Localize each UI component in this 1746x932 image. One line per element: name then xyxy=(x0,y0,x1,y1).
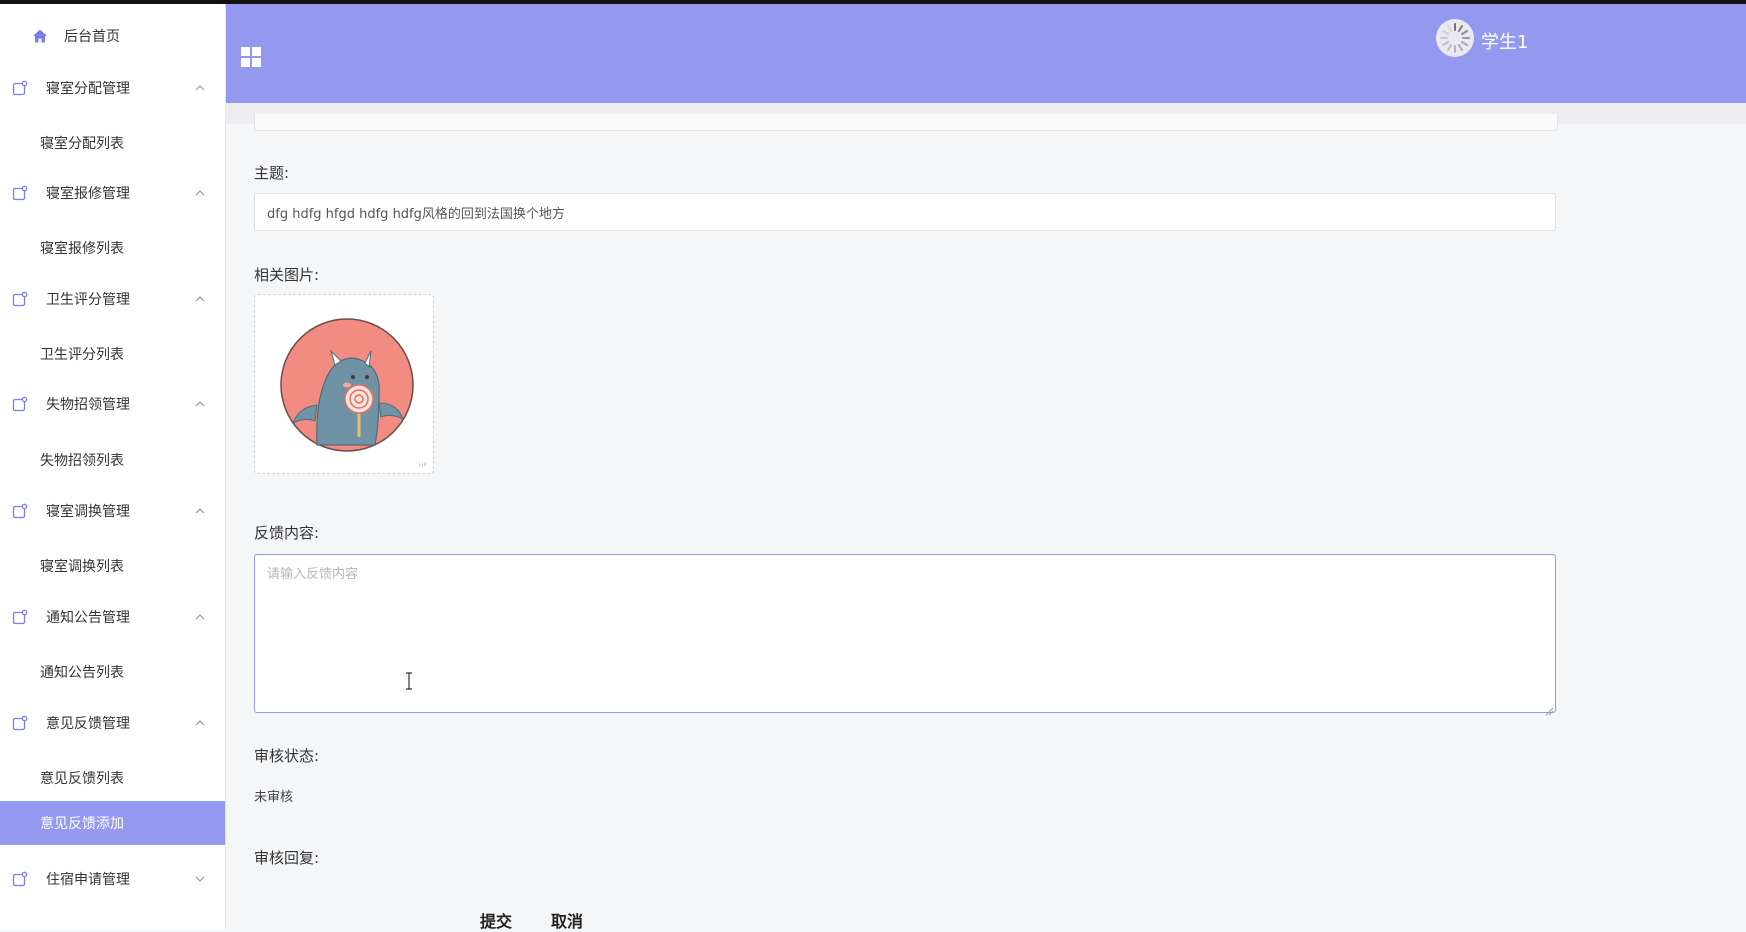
sidebar-group-label: 通知公告管理 xyxy=(46,610,130,626)
sidebar-group-accommodation[interactable]: 住宿申请管理 xyxy=(0,859,225,899)
folder-edit-icon xyxy=(12,80,28,96)
feedback-form: 主题: 相关图片: HP 反馈内容: 审核状态: 未审核 审核回复: 提交 取消 xyxy=(226,114,1746,932)
subject-input[interactable] xyxy=(254,193,1556,231)
sidebar-group-label: 卫生评分管理 xyxy=(46,292,130,308)
chevron-up-icon xyxy=(193,291,207,305)
resize-grip-icon[interactable] xyxy=(1544,701,1554,716)
sidebar-item-feedback-add[interactable]: 意见反馈添加 xyxy=(0,801,225,845)
cancel-button[interactable]: 取消 xyxy=(551,908,583,932)
sidebar-item-label: 失物招领列表 xyxy=(40,453,124,469)
sidebar-group-label: 意见反馈管理 xyxy=(46,716,130,732)
feedback-textarea[interactable] xyxy=(254,554,1556,713)
sidebar-item-label: 寝室分配列表 xyxy=(40,136,124,152)
chevron-up-icon xyxy=(193,715,207,729)
feedback-label: 反馈内容: xyxy=(254,524,320,542)
sidebar-group-lost-found[interactable]: 失物招领管理 xyxy=(0,384,225,424)
review-status-label: 审核状态: xyxy=(254,747,320,765)
sidebar-group-label: 寝室分配管理 xyxy=(46,81,130,97)
sidebar-item-label: 寝室调换列表 xyxy=(40,559,124,575)
sidebar-group-dorm-allocation[interactable]: 寝室分配管理 xyxy=(0,68,225,108)
folder-edit-icon xyxy=(12,396,28,412)
chevron-up-icon xyxy=(193,185,207,199)
subject-label: 主题: xyxy=(254,164,290,182)
sidebar-item-dorm-swap-list[interactable]: 寝室调换列表 xyxy=(0,544,225,588)
top-header: 学生1 xyxy=(226,4,1746,103)
text-cursor-icon xyxy=(404,671,414,691)
sidebar-item-label: 通知公告列表 xyxy=(40,665,124,681)
folder-edit-icon xyxy=(12,609,28,625)
folder-edit-icon xyxy=(12,503,28,519)
folder-edit-icon xyxy=(12,185,28,201)
sidebar-group-label: 失物招领管理 xyxy=(46,397,130,413)
uploaded-image xyxy=(280,318,414,452)
review-reply-label: 审核回复: xyxy=(254,849,320,867)
sidebar-item-label: 卫生评分列表 xyxy=(40,347,124,363)
grid-menu-icon[interactable] xyxy=(240,46,262,68)
previous-field-edge xyxy=(254,114,1558,131)
sidebar-item-label: 寝室报修列表 xyxy=(40,241,124,257)
sidebar-group-feedback[interactable]: 意见反馈管理 xyxy=(0,703,225,743)
submit-button[interactable]: 提交 xyxy=(480,908,512,932)
sidebar-item-hygiene-list[interactable]: 卫生评分列表 xyxy=(0,332,225,376)
folder-edit-icon xyxy=(12,715,28,731)
folder-edit-icon xyxy=(12,871,28,887)
folder-edit-icon xyxy=(12,291,28,307)
chevron-down-icon xyxy=(193,871,207,885)
sidebar-group-dorm-swap[interactable]: 寝室调换管理 xyxy=(0,491,225,531)
sidebar: 后台首页 寝室分配管理 寝室分配列表 寝室报修管理 寝室报修列表 卫生评分管理 … xyxy=(0,4,226,930)
sidebar-group-label: 寝室调换管理 xyxy=(46,504,130,520)
sidebar-group-hygiene[interactable]: 卫生评分管理 xyxy=(0,279,225,319)
chevron-up-icon xyxy=(193,503,207,517)
image-watermark: HP xyxy=(418,462,427,469)
sidebar-item-label: 意见反馈列表 xyxy=(40,771,124,787)
sidebar-item-label: 后台首页 xyxy=(64,29,120,45)
sidebar-group-notice[interactable]: 通知公告管理 xyxy=(0,597,225,637)
image-upload[interactable]: HP xyxy=(254,294,434,474)
sidebar-item-home[interactable]: 后台首页 xyxy=(0,16,225,56)
review-status-value: 未审核 xyxy=(254,790,294,805)
sidebar-item-dorm-allocation-list[interactable]: 寝室分配列表 xyxy=(0,121,225,165)
sidebar-group-label: 寝室报修管理 xyxy=(46,186,130,202)
sidebar-item-lost-found-list[interactable]: 失物招领列表 xyxy=(0,438,225,482)
sidebar-group-label: 住宿申请管理 xyxy=(46,872,130,888)
avatar[interactable] xyxy=(1436,19,1474,57)
sidebar-group-dorm-repair[interactable]: 寝室报修管理 xyxy=(0,173,225,213)
image-label: 相关图片: xyxy=(254,266,320,284)
sidebar-item-dorm-repair-list[interactable]: 寝室报修列表 xyxy=(0,226,225,270)
sidebar-item-label: 意见反馈添加 xyxy=(40,816,124,832)
sidebar-item-notice-list[interactable]: 通知公告列表 xyxy=(0,650,225,694)
username[interactable]: 学生1 xyxy=(1481,28,1528,54)
chevron-up-icon xyxy=(193,80,207,94)
sidebar-item-feedback-list[interactable]: 意见反馈列表 xyxy=(0,756,225,800)
chevron-up-icon xyxy=(193,396,207,410)
chevron-up-icon xyxy=(193,609,207,623)
home-icon xyxy=(32,28,48,44)
